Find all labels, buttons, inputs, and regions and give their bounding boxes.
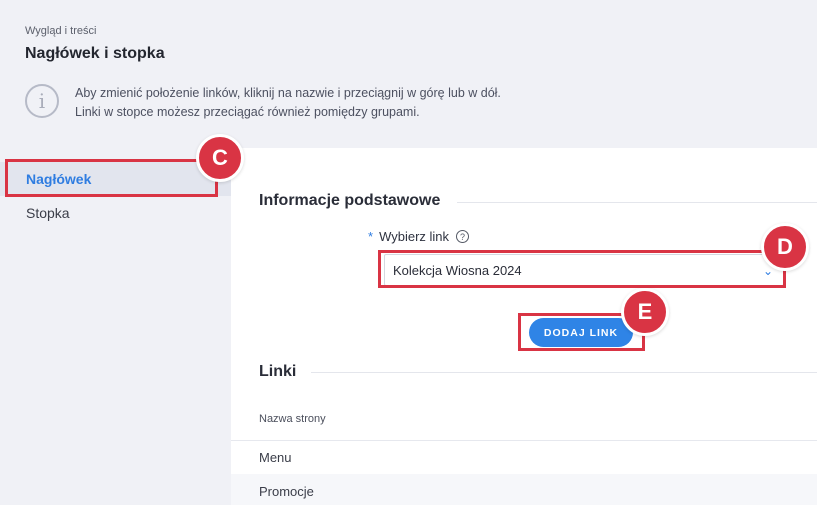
info-icon: i xyxy=(25,84,59,118)
page-title: Nagłówek i stopka xyxy=(25,45,165,62)
link-select-value: Kolekcja Wiosna 2024 xyxy=(393,262,522,278)
section-divider xyxy=(311,372,817,373)
link-select[interactable]: Kolekcja Wiosna 2024 ⌄ xyxy=(384,254,784,286)
field-label-text: Wybierz link xyxy=(379,229,450,244)
content-panel: Informacje podstawowe * Wybierz link ? K… xyxy=(231,148,817,505)
callout-badge-d: D xyxy=(761,223,809,271)
callout-badge-e: E xyxy=(621,288,669,336)
breadcrumb: Wygląd i treści xyxy=(25,25,97,37)
add-link-button[interactable]: DODAJ LINK xyxy=(529,318,633,347)
sidebar-item-stopka[interactable]: Stopka xyxy=(0,196,231,230)
required-mark: * xyxy=(368,229,374,244)
sidebar-item-naglowek[interactable]: Nagłówek xyxy=(0,162,231,196)
info-text: Aby zmienić położenie linków, kliknij na… xyxy=(75,84,501,122)
section-divider xyxy=(457,202,817,203)
callout-badge-c: C xyxy=(196,134,244,182)
info-line-2: Linki w stopce możesz przeciągać również… xyxy=(75,105,420,119)
section-title-links: Linki xyxy=(259,363,297,380)
help-icon[interactable]: ? xyxy=(456,230,470,243)
table-row[interactable]: Promocje xyxy=(231,474,817,505)
section-title-basic: Informacje podstawowe xyxy=(259,192,441,209)
column-header-page-name: Nazwa strony xyxy=(259,413,326,425)
table-row[interactable]: Menu xyxy=(231,440,817,474)
link-field-label: * Wybierz link ? xyxy=(368,229,470,244)
info-line-1: Aby zmienić położenie linków, kliknij na… xyxy=(75,86,501,100)
info-banner: i Aby zmienić położenie linków, kliknij … xyxy=(25,84,501,122)
